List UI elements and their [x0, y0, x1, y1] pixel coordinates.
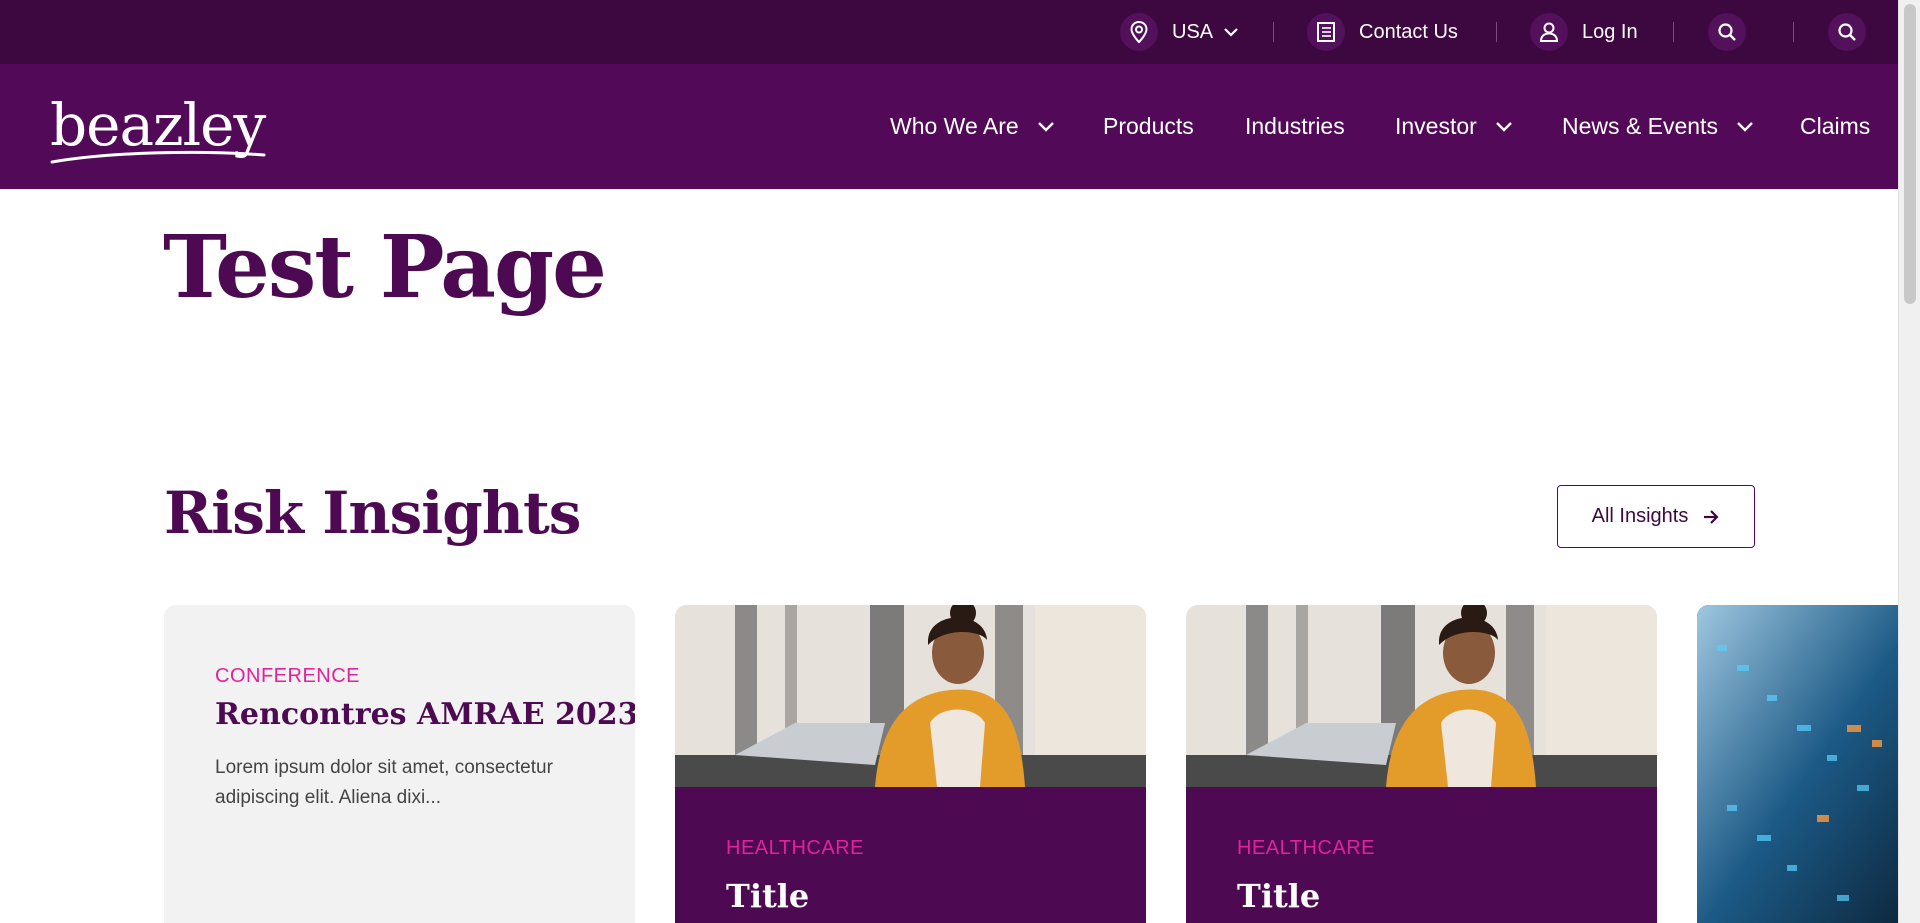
chevron-down-icon	[1495, 121, 1512, 132]
card-content-panel: HEALTHCARE Title	[1186, 787, 1657, 923]
nav-label: Who We Are	[890, 112, 1019, 139]
nav-label: Products	[1103, 112, 1194, 139]
login-label: Log In	[1582, 20, 1638, 43]
contact-list-icon	[1307, 13, 1345, 51]
beazley-logo[interactable]: beazley	[50, 90, 270, 170]
scrollbar-thumb[interactable]	[1904, 4, 1916, 304]
card-image	[1186, 605, 1657, 787]
card-image	[1697, 605, 1898, 923]
search-button[interactable]	[1708, 13, 1746, 51]
card-image	[675, 605, 1146, 787]
insight-card-partial[interactable]	[1697, 605, 1898, 923]
logo-swoosh	[50, 150, 266, 164]
nav-news-events[interactable]: News & Events	[1562, 109, 1754, 143]
chevron-down-icon	[1037, 121, 1054, 132]
card-title: Title	[1237, 877, 1321, 915]
arrow-right-icon	[1704, 509, 1719, 524]
card-description: Lorem ipsum dolor sit amet, consectetur …	[215, 757, 553, 808]
insight-card-healthcare[interactable]: HEALTHCARE Title	[675, 605, 1146, 923]
nav-industries[interactable]: Industries	[1245, 109, 1345, 143]
location-pin-icon	[1120, 13, 1158, 51]
card-title: Title	[726, 877, 810, 915]
nav-products[interactable]: Products	[1103, 109, 1194, 143]
nav-label: Investor	[1395, 112, 1477, 139]
divider	[1793, 22, 1794, 42]
nav-label: Industries	[1245, 112, 1345, 139]
all-insights-button[interactable]: All Insights	[1557, 485, 1755, 548]
contact-us-link[interactable]: Contact Us	[1307, 13, 1458, 51]
card-kicker: HEALTHCARE	[726, 837, 864, 859]
all-insights-label: All Insights	[1591, 505, 1689, 527]
chevron-down-icon	[1737, 121, 1753, 132]
country-label: USA	[1172, 20, 1214, 43]
nav-investor[interactable]: Investor	[1395, 109, 1513, 143]
nav-who-we-are[interactable]: Who We Are	[890, 109, 1055, 143]
divider	[1673, 22, 1674, 42]
risk-insights-heading: Risk Insights	[164, 479, 581, 547]
chevron-down-icon	[1223, 27, 1239, 37]
nav-label: News & Events	[1562, 112, 1718, 139]
login-link[interactable]: Log In	[1530, 13, 1638, 51]
nav-label: Claims	[1800, 112, 1871, 139]
website-viewport: USA Contact Us Log In beazley Who We Are…	[0, 0, 1898, 923]
main-navigation: beazley Who We Are Products Industries I…	[0, 64, 1898, 189]
user-icon	[1530, 13, 1568, 51]
search-button-secondary[interactable]	[1828, 13, 1866, 51]
country-selector[interactable]: USA	[1120, 13, 1239, 51]
vertical-scrollbar[interactable]	[1898, 0, 1920, 923]
nav-claims[interactable]: Claims	[1800, 109, 1870, 143]
search-icon	[1828, 13, 1866, 51]
card-title: Rencontres AMRAE 2023	[215, 697, 635, 732]
search-icon	[1708, 13, 1746, 51]
divider	[1273, 22, 1274, 42]
card-content-panel: HEALTHCARE Title	[675, 787, 1146, 923]
card-kicker: CONFERENCE	[215, 665, 361, 687]
page-title: Test Page	[163, 217, 607, 318]
utility-bar: USA Contact Us Log In	[0, 0, 1898, 64]
contact-us-label: Contact Us	[1359, 20, 1458, 43]
divider	[1496, 22, 1497, 42]
insight-card-conference[interactable]: CONFERENCE Rencontres AMRAE 2023 Lorem i…	[164, 605, 635, 923]
card-kicker: HEALTHCARE	[1237, 837, 1375, 859]
insight-card-healthcare-2[interactable]: HEALTHCARE Title	[1186, 605, 1657, 923]
